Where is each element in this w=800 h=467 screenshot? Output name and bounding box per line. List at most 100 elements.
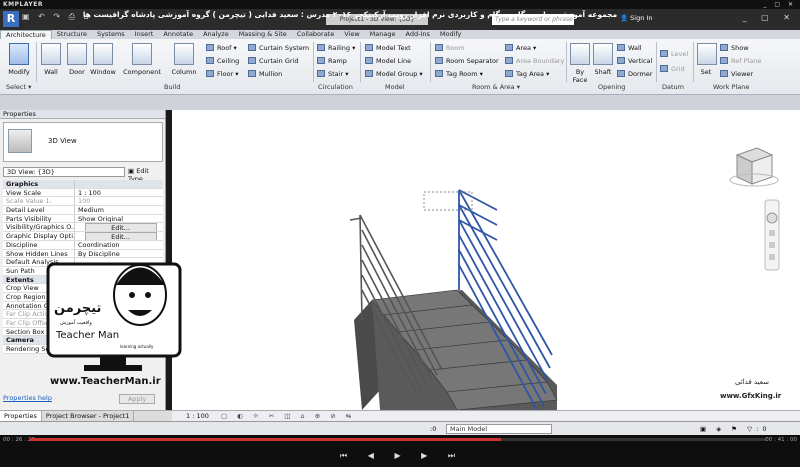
roof-button[interactable]: Roof ▾ xyxy=(206,43,237,53)
property-row[interactable]: Graphic Display Opti... Edit... xyxy=(3,232,163,241)
select-panel-label[interactable]: Select ▾ xyxy=(6,83,31,91)
search-input[interactable]: Type a keyword or phrase xyxy=(492,14,574,25)
set-workplane-icon xyxy=(697,43,717,65)
tab-properties[interactable]: Properties xyxy=(0,411,42,421)
property-row[interactable]: View Scale 1 : 100 xyxy=(3,188,163,198)
mullion-button[interactable]: Mullion xyxy=(248,69,282,79)
revit-app-icon[interactable]: R xyxy=(3,11,19,27)
vertical-opening-button[interactable]: Vertical xyxy=(617,56,652,66)
ceiling-button[interactable]: Ceiling xyxy=(206,56,239,66)
door-label: Door xyxy=(69,68,85,76)
model-line-button[interactable]: Model Line xyxy=(365,56,411,66)
property-value[interactable]: Coordination xyxy=(75,241,163,249)
panel-tabs: Properties Project Browser - Project1 xyxy=(0,410,172,421)
playback-buttons[interactable]: ⏮ ◀ ▶ ▶ ⏭ xyxy=(340,451,464,461)
curtain-system-button[interactable]: Curtain System xyxy=(248,43,309,53)
ceiling-label: Ceiling xyxy=(217,57,240,65)
main-model-select[interactable]: Main Model xyxy=(446,424,552,434)
tab-collaborate[interactable]: Collaborate xyxy=(292,30,339,39)
edit-button[interactable]: Edit... xyxy=(84,232,157,240)
floor-button[interactable]: Floor ▾ xyxy=(206,69,239,79)
tab-structure[interactable]: Structure xyxy=(52,30,92,39)
3d-view-icon xyxy=(8,129,32,153)
player-window-controls[interactable]: _ ▢ ✕ xyxy=(763,0,796,9)
component-button[interactable]: Component xyxy=(120,43,164,76)
tab-project-browser[interactable]: Project Browser - Project1 xyxy=(42,411,135,421)
ref-plane-button[interactable]: Ref Plane xyxy=(720,56,761,66)
tab-massing-site[interactable]: Massing & Site xyxy=(234,30,292,39)
view-cube[interactable] xyxy=(729,147,779,187)
column-button[interactable]: Column xyxy=(168,43,200,76)
property-value[interactable]: Medium xyxy=(75,206,163,214)
property-value[interactable]: 1 : 100 xyxy=(75,189,163,197)
tab-annotate[interactable]: Annotate xyxy=(158,30,198,39)
wall-button[interactable]: Wall xyxy=(40,43,62,76)
property-row[interactable]: Scale Value 1: 100 xyxy=(3,197,163,207)
property-row[interactable]: Parts Visibility Show Original xyxy=(3,214,163,224)
view-control-icons[interactable]: ▢ ◐ ☼ ✂ ◫ ⌂ ⊕ ⊘ ⇆ xyxy=(221,412,355,420)
modify-button[interactable]: Modify xyxy=(6,43,32,76)
area-button[interactable]: Area ▾ xyxy=(505,43,536,53)
model-group-button[interactable]: Model Group ▾ xyxy=(365,69,423,79)
area-boundary-button[interactable]: Area Boundary xyxy=(505,56,564,66)
railing-button[interactable]: Railing ▾ xyxy=(317,43,355,53)
edit-button[interactable]: Edit... xyxy=(84,223,157,232)
property-value[interactable]: Show Original xyxy=(75,215,163,223)
room-area-panel-label[interactable]: Room & Area ▾ xyxy=(472,83,520,91)
room-button[interactable]: Room xyxy=(435,43,465,53)
property-value[interactable]: Edit... xyxy=(75,223,163,232)
3d-viewport[interactable] xyxy=(172,110,800,411)
dormer-button[interactable]: Dormer xyxy=(617,69,653,79)
window-controls[interactable]: _ ▢ ✕ xyxy=(743,13,796,22)
grid-button[interactable]: Grid xyxy=(660,64,685,74)
status-filter-icons[interactable]: ▣ ◈ ⚑ ▽:0 xyxy=(700,425,771,433)
tab-add-ins[interactable]: Add-Ins xyxy=(401,30,435,39)
wall-opening-button[interactable]: Wall xyxy=(617,43,642,53)
level-button[interactable]: Level xyxy=(660,49,688,59)
type-selector[interactable]: 3D View xyxy=(3,122,163,162)
property-value[interactable]: Edit... xyxy=(75,232,163,240)
tag-room-button[interactable]: Tag Room ▾ xyxy=(435,69,483,79)
property-row[interactable]: Visibility/Graphics O... Edit... xyxy=(3,223,163,233)
curtain-grid-button[interactable]: Curtain Grid xyxy=(248,56,299,66)
property-name: View Scale xyxy=(3,188,75,197)
viewer-button[interactable]: Viewer xyxy=(720,69,753,79)
navigation-bar[interactable] xyxy=(764,199,780,271)
show-workplane-button[interactable]: Show xyxy=(720,43,749,53)
apply-button[interactable]: Apply xyxy=(119,394,155,404)
gfxking-url: www.GfxKing.ir xyxy=(720,392,782,400)
grid-label: Grid xyxy=(671,65,685,73)
stair-model-drawing[interactable] xyxy=(172,110,800,411)
tab-analyze[interactable]: Analyze xyxy=(198,30,234,39)
property-row[interactable]: Graphics xyxy=(3,180,163,189)
instance-selector[interactable]: 3D View: {3D} xyxy=(3,167,125,177)
seek-bar[interactable] xyxy=(30,438,766,441)
show-workplane-label: Show xyxy=(731,44,749,52)
shaft-icon xyxy=(593,43,613,65)
properties-footer: Properties help Apply xyxy=(3,394,163,404)
tab-architecture[interactable]: Architecture xyxy=(0,30,52,39)
tag-area-button[interactable]: Tag Area ▾ xyxy=(505,69,549,79)
gfxking-signature: سعید فدائی xyxy=(735,378,770,386)
model-text-button[interactable]: Model Text xyxy=(365,43,411,53)
set-workplane-button[interactable]: Set xyxy=(697,43,717,76)
stair-button[interactable]: Stair ▾ xyxy=(317,69,348,79)
window-button[interactable]: Window xyxy=(89,43,117,76)
by-face-button[interactable]: By Face xyxy=(570,43,590,84)
property-value[interactable]: 100 xyxy=(75,197,163,205)
tab-manage[interactable]: Manage xyxy=(365,30,401,39)
sign-in-button[interactable]: 👤 Sign In xyxy=(620,14,652,22)
tab-view[interactable]: View xyxy=(339,30,364,39)
tab-modify[interactable]: Modify xyxy=(435,30,467,39)
door-button[interactable]: Door xyxy=(66,43,88,76)
shaft-button[interactable]: Shaft xyxy=(593,43,613,76)
ramp-button[interactable]: Ramp xyxy=(317,56,347,66)
property-row[interactable]: Discipline Coordination xyxy=(3,240,163,250)
mullion-label: Mullion xyxy=(259,70,283,78)
property-row[interactable]: Detail Level Medium xyxy=(3,206,163,215)
room-separator-button[interactable]: Room Separator xyxy=(435,56,499,66)
tab-systems[interactable]: Systems xyxy=(92,30,130,39)
properties-help-link[interactable]: Properties help xyxy=(3,394,52,402)
tab-insert[interactable]: Insert xyxy=(130,30,159,39)
view-scale[interactable]: 1 : 100 xyxy=(186,412,209,420)
